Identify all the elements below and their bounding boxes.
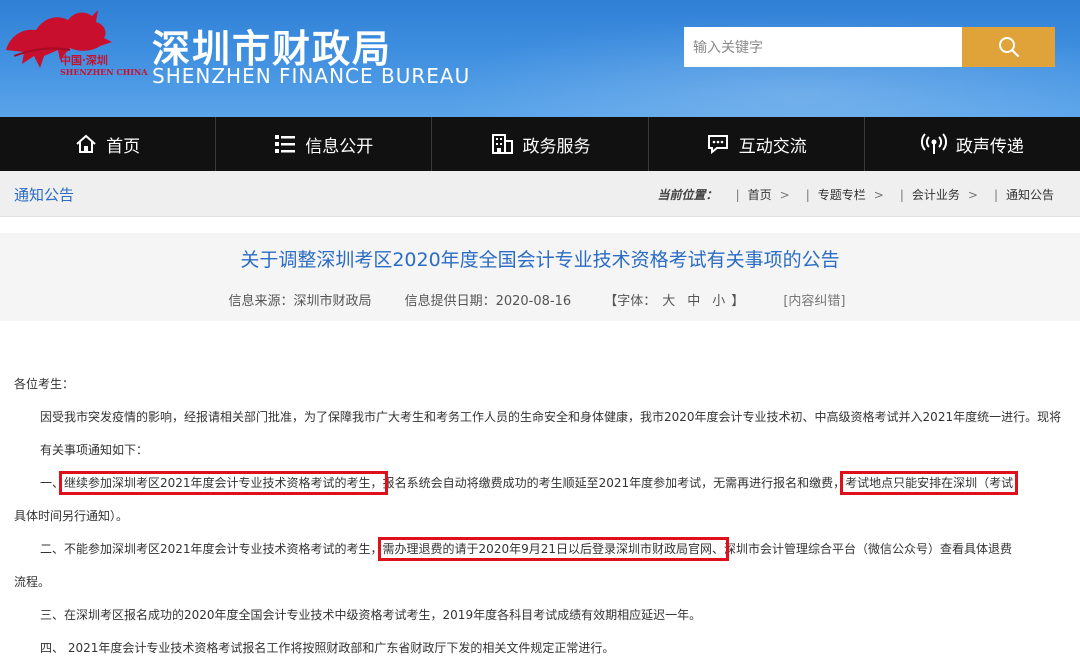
article-header: 关于调整深圳考区2020年度全国会计专业技术资格考试有关事项的公告 信息来源：深… bbox=[0, 233, 1080, 321]
meta-gap bbox=[571, 290, 604, 309]
font-size-large-button[interactable]: 大 bbox=[662, 290, 675, 309]
nav-item-info-disclosure[interactable]: 信息公开 bbox=[216, 117, 433, 171]
logo-en-text: SHENZHEN CHINA bbox=[60, 67, 148, 77]
search-button[interactable] bbox=[962, 27, 1055, 67]
paragraph-2-tail: 流程。 bbox=[14, 575, 51, 589]
breadcrumb-separator: | bbox=[805, 187, 810, 202]
section-title: 通知公告 bbox=[14, 186, 75, 204]
breadcrumb-item-accounting[interactable]: 会计业务 bbox=[912, 186, 960, 203]
font-size-small-button[interactable]: 小 bbox=[712, 290, 725, 309]
nav-item-broadcast[interactable]: 政声传递 bbox=[865, 117, 1080, 171]
meta-gap bbox=[372, 290, 405, 309]
breadcrumb-item-topics[interactable]: 专题专栏 bbox=[818, 186, 866, 203]
nav-label: 政声传递 bbox=[955, 136, 1024, 157]
highlight-exam-location: 考试地点只能安排在深圳（考试 bbox=[840, 471, 1019, 495]
breadcrumb-separator: > bbox=[779, 187, 790, 202]
chat-icon bbox=[707, 135, 728, 155]
font-size-medium-button[interactable]: 中 bbox=[687, 290, 700, 309]
article-date: 信息提供日期：2020-08-16 bbox=[404, 294, 572, 309]
article-title: 关于调整深圳考区2020年度全国会计专业技术资格考试有关事项的公告 bbox=[240, 249, 840, 271]
search-input[interactable] bbox=[684, 27, 962, 67]
intro-paragraph: 因受我市突发疫情的影响，经报请相关部门批准，为了保障我市广大考生和考务工作人员的… bbox=[40, 410, 1062, 457]
font-size-close: 】 bbox=[731, 294, 745, 309]
nav-label: 信息公开 bbox=[305, 136, 374, 157]
nav-label: 首页 bbox=[106, 136, 141, 157]
nav-item-gov-services[interactable]: 政务服务 bbox=[432, 117, 649, 171]
paragraph-3: 三、在深圳考区报名成功的2020年度全国会计专业技术中级资格考试考生，2019年… bbox=[40, 608, 702, 622]
p2-rest: 深圳市会计管理综合平台（微信公众号）查看具体退费 bbox=[724, 542, 1013, 556]
breadcrumb-item-notices[interactable]: 通知公告 bbox=[1006, 186, 1054, 203]
breadcrumb-separator: > bbox=[873, 187, 884, 202]
p1-middle: 报名系统会自动将缴费成功的考生顺延至2021年度参加考试，无需再进行报名和缴费， bbox=[382, 476, 846, 490]
site-subtitle: SHENZHEN FINANCE BUREAU bbox=[152, 64, 471, 88]
list-icon bbox=[275, 135, 296, 153]
article-source: 信息来源：深圳市财政局 bbox=[228, 294, 372, 309]
breadcrumb-separator: | bbox=[993, 187, 998, 202]
building-icon bbox=[491, 134, 513, 154]
home-icon bbox=[76, 134, 96, 153]
p2-prefix: 二、不能参加深圳考区2021年度会计专业技术资格考试的考生， bbox=[40, 542, 383, 556]
font-size-label: 【字体： bbox=[604, 294, 657, 309]
breadcrumb: 当前位置： | 首页 > | 专题专栏 > | 会计业务 > | 通知公告 bbox=[658, 186, 1054, 203]
highlight-refund: 需办理退费的请于2020年9月21日以后登录深圳市财政局官网、 bbox=[377, 537, 730, 561]
broadcast-icon bbox=[920, 133, 947, 154]
paragraph-1-tail: 具体时间另行通知）。 bbox=[14, 509, 129, 523]
nav-label: 互动交流 bbox=[738, 136, 807, 157]
p1-prefix: 一、 bbox=[40, 476, 65, 490]
paragraph-2: 二、不能参加深圳考区2021年度会计专业技术资格考试的考生，需办理退费的请于20… bbox=[14, 533, 1068, 566]
nav-item-interaction[interactable]: 互动交流 bbox=[649, 117, 865, 171]
meta-gap bbox=[744, 290, 777, 309]
paragraph-4: 四、 2021年度会计专业技术资格考试报名工作将按照财政部和广东省财政厅下发的相… bbox=[40, 641, 615, 655]
breadcrumb-label: 当前位置： bbox=[657, 188, 718, 202]
greeting: 各位考生： bbox=[14, 377, 75, 391]
site-header: 中国·深圳 SHENZHEN CHINA 深圳市财政局 SHENZHEN FIN… bbox=[0, 0, 1080, 117]
breadcrumb-separator: | bbox=[735, 187, 740, 202]
article-body: 各位考生： 因受我市突发疫情的影响，经报请相关部门批准，为了保障我市广大考生和考… bbox=[14, 368, 1068, 665]
search-icon bbox=[998, 37, 1019, 58]
content-correction-link[interactable]: [内容纠错] bbox=[783, 290, 845, 309]
breadcrumb-bar: 通知公告 当前位置： | 首页 > | 专题专栏 > | 会计业务 > | 通知… bbox=[0, 171, 1080, 217]
paragraph-1: 一、继续参加深圳考区2021年度会计专业技术资格考试的考生，报名系统会自动将缴费… bbox=[14, 467, 1068, 500]
breadcrumb-separator: > bbox=[967, 187, 978, 202]
article-meta: 信息来源：深圳市财政局 信息提供日期：2020-08-16 【字体： 大 中 小… bbox=[0, 290, 1080, 309]
main-nav: 首页 信息公开 政务服务 互动交流 政声传递 bbox=[0, 117, 1080, 171]
nav-item-home[interactable]: 首页 bbox=[0, 117, 217, 171]
highlight-continue-exam: 继续参加深圳考区2021年度会计专业技术资格考试的考生， bbox=[59, 471, 388, 495]
logo-cn-text: 中国·深圳 bbox=[60, 54, 108, 67]
breadcrumb-item-home[interactable]: 首页 bbox=[748, 186, 772, 203]
nav-label: 政务服务 bbox=[522, 136, 591, 157]
breadcrumb-separator: | bbox=[899, 187, 904, 202]
